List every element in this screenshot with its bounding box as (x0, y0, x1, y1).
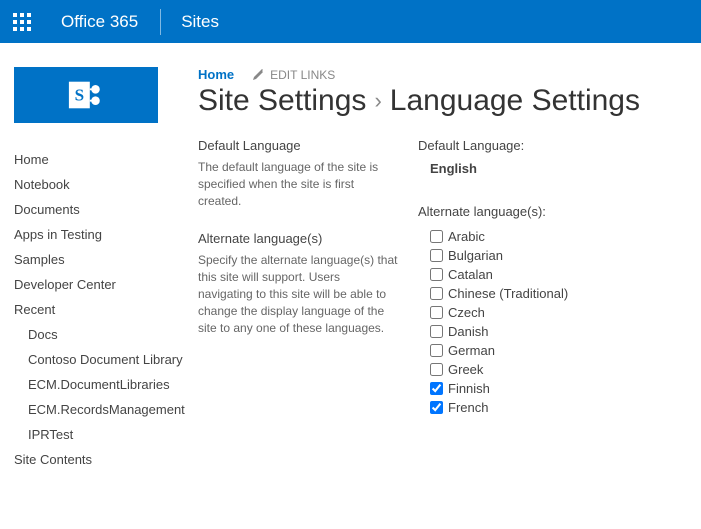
language-option[interactable]: German (430, 341, 687, 360)
language-checkbox[interactable] (430, 382, 443, 395)
language-label: Bulgarian (448, 248, 503, 263)
nav-site-contents[interactable]: Site Contents (14, 447, 192, 472)
nav-item-recent[interactable]: Recent (14, 297, 192, 322)
alternate-language-checklist: Arabic Bulgarian Catalan Chinese (Tradition… (418, 227, 687, 417)
default-language-heading: Default Language (198, 138, 398, 153)
default-language-desc: The default language of the site is spec… (198, 159, 398, 209)
language-label: Arabic (448, 229, 485, 244)
page-title: Language Settings (390, 84, 640, 118)
language-checkbox[interactable] (430, 344, 443, 357)
default-language-label: Default Language: (418, 138, 687, 153)
language-label: Catalan (448, 267, 493, 282)
brand-label[interactable]: Office 365 (43, 12, 160, 32)
language-label: Danish (448, 324, 488, 339)
topbar: Office 365 Sites (0, 0, 701, 43)
language-checkbox[interactable] (430, 268, 443, 281)
app-launcher-button[interactable] (0, 0, 43, 43)
sharepoint-icon: S (67, 76, 105, 114)
language-option[interactable]: Greek (430, 360, 687, 379)
language-label: Czech (448, 305, 485, 320)
breadcrumb-home-link[interactable]: Home (198, 67, 234, 82)
language-label: Greek (448, 362, 483, 377)
sharepoint-logo-tile[interactable]: S (14, 67, 158, 123)
breadcrumb: Home EDIT LINKS (198, 67, 687, 82)
language-label: Chinese (Traditional) (448, 286, 568, 301)
edit-links-label: EDIT LINKS (270, 68, 335, 82)
language-checkbox[interactable] (430, 363, 443, 376)
language-option[interactable]: French (430, 398, 687, 417)
language-option[interactable]: Chinese (Traditional) (430, 284, 687, 303)
nav-recent-item[interactable]: Contoso Document Library (14, 347, 192, 372)
site-settings-title-link[interactable]: Site Settings (198, 84, 366, 117)
language-option[interactable]: Arabic (430, 227, 687, 246)
nav-item-notebook[interactable]: Notebook (14, 172, 192, 197)
quick-launch-nav: HomeNotebookDocumentsApps in TestingSamp… (14, 147, 192, 472)
language-option[interactable]: Finnish (430, 379, 687, 398)
language-checkbox[interactable] (430, 230, 443, 243)
svg-text:S: S (75, 86, 85, 105)
edit-links-button[interactable]: EDIT LINKS (252, 68, 335, 82)
nav-recent-item[interactable]: Docs (14, 322, 192, 347)
nav-item-documents[interactable]: Documents (14, 197, 192, 222)
nav-recent-item[interactable]: IPRTest (14, 422, 192, 447)
language-checkbox[interactable] (430, 287, 443, 300)
language-option[interactable]: Bulgarian (430, 246, 687, 265)
language-option[interactable]: Danish (430, 322, 687, 341)
alternate-language-label: Alternate language(s): (418, 204, 687, 219)
nav-item-developer-center[interactable]: Developer Center (14, 272, 192, 297)
language-checkbox[interactable] (430, 325, 443, 338)
chevron-right-icon: › (374, 88, 381, 114)
default-language-value: English (418, 161, 687, 176)
language-label: French (448, 400, 488, 415)
waffle-icon (13, 13, 31, 31)
nav-recent-item[interactable]: ECM.RecordsManagement (14, 397, 192, 422)
topbar-app-label[interactable]: Sites (161, 12, 239, 32)
alternate-language-heading: Alternate language(s) (198, 231, 398, 246)
language-checkbox[interactable] (430, 401, 443, 414)
pencil-icon (252, 69, 264, 81)
nav-item-apps-in-testing[interactable]: Apps in Testing (14, 222, 192, 247)
page-title-row: Site Settings › Language Settings (198, 84, 687, 118)
language-label: Finnish (448, 381, 490, 396)
language-option[interactable]: Czech (430, 303, 687, 322)
alternate-language-desc: Specify the alternate language(s) that t… (198, 252, 398, 336)
nav-recent-item[interactable]: ECM.DocumentLibraries (14, 372, 192, 397)
nav-item-home[interactable]: Home (14, 147, 192, 172)
nav-item-samples[interactable]: Samples (14, 247, 192, 272)
language-checkbox[interactable] (430, 249, 443, 262)
language-checkbox[interactable] (430, 306, 443, 319)
language-label: German (448, 343, 495, 358)
language-option[interactable]: Catalan (430, 265, 687, 284)
